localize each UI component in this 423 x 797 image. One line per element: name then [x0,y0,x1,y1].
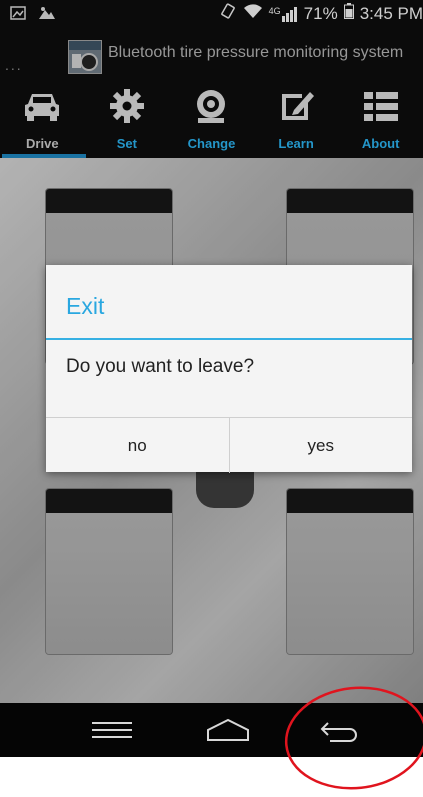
home-icon [207,718,249,741]
navigation-bar [0,703,423,757]
dialog-buttons: no yes [46,417,412,473]
menu-icon [92,722,132,738]
menu-button[interactable] [72,703,152,757]
dialog-message: Do you want to leave? [66,356,255,377]
no-button[interactable]: no [46,418,229,473]
dialog-title: Exit [66,293,105,319]
dialog-title-divider [46,338,412,340]
exit-dialog: Exit Do you want to leave? no yes [46,265,412,473]
home-button[interactable] [188,703,268,757]
back-icon [320,722,357,742]
phone-screen: 4G 71% 3:45 PM ... Bluetooth tire pressu… [0,0,423,757]
back-button[interactable] [300,703,380,757]
yes-button[interactable]: yes [228,418,413,473]
